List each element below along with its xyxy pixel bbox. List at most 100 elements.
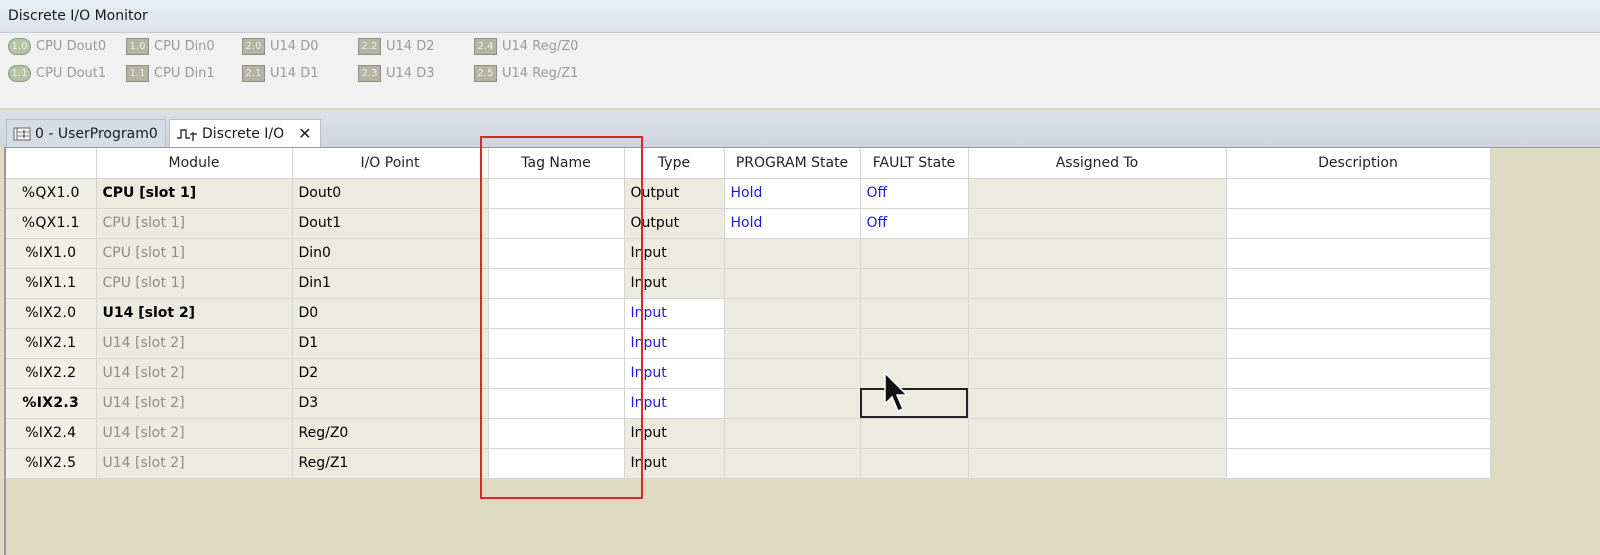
type-cell: Input [624, 238, 725, 269]
description-cell[interactable] [1226, 418, 1491, 449]
table-header-row: Module I/O Point Tag Name Type PROGRAM S… [6, 148, 1491, 179]
description-cell[interactable] [1226, 268, 1491, 299]
close-icon[interactable]: ✕ [298, 124, 311, 143]
table-row: %IX2.5 U14 [slot 2] Reg/Z1 Input [6, 448, 1491, 479]
type-cell: Input [624, 268, 725, 299]
module-cell: CPU [slot 1] [96, 238, 293, 269]
io-point-cell: Reg/Z1 [292, 448, 489, 479]
io-point-cell: D2 [292, 358, 489, 389]
table-row: %IX1.1 CPU [slot 1] Din1 Input [6, 268, 1491, 299]
assigned-to-cell [968, 328, 1227, 359]
header-module[interactable]: Module [96, 148, 293, 179]
module-cell: CPU [slot 1] [96, 268, 293, 299]
header-program-state[interactable]: PROGRAM State [724, 148, 861, 179]
type-cell[interactable]: Input [624, 388, 725, 419]
description-cell[interactable] [1226, 388, 1491, 419]
led-u14-d3: 2.3 U14 D3 [358, 65, 434, 82]
tag-name-cell[interactable] [488, 178, 625, 209]
tag-name-cell[interactable] [488, 358, 625, 389]
tab-userprogram0[interactable]: 0 - UserProgram0 [6, 119, 166, 147]
fault-state-cell [860, 328, 969, 359]
led-indicator: 1.1 [126, 65, 149, 82]
table-row: %IX2.2 U14 [slot 2] D2 Input [6, 358, 1491, 389]
fault-state-cell [860, 268, 969, 299]
row-address[interactable]: %QX1.0 [6, 178, 97, 209]
description-cell[interactable] [1226, 298, 1491, 329]
led-indicator: 1.1 [8, 65, 31, 82]
fault-state-cell [860, 298, 969, 329]
tab-discrete-io[interactable]: Discrete I/O ✕ [169, 119, 321, 147]
led-indicator: 2.3 [358, 65, 381, 82]
fault-state-cell [860, 448, 969, 479]
tag-name-cell[interactable] [488, 448, 625, 479]
tag-name-cell[interactable] [488, 328, 625, 359]
row-address[interactable]: %IX2.5 [6, 448, 97, 479]
header-fault-state[interactable]: FAULT State [860, 148, 969, 179]
fault-state-cell[interactable]: Off [860, 178, 969, 209]
program-state-cell [724, 448, 861, 479]
led-indicator: 1.0 [126, 38, 149, 55]
tag-name-cell[interactable] [488, 418, 625, 449]
type-cell[interactable]: Input [624, 358, 725, 389]
led-cpu-dout1: 1.1 CPU Dout1 [8, 65, 106, 82]
io-point-cell: D1 [292, 328, 489, 359]
table-row: %IX1.0 CPU [slot 1] Din0 Input [6, 238, 1491, 269]
module-cell: CPU [slot 1] [96, 208, 293, 239]
program-state-cell [724, 328, 861, 359]
type-cell: Input [624, 418, 725, 449]
monitor-title-bar: Discrete I/O Monitor [0, 0, 1600, 33]
header-assigned-to[interactable]: Assigned To [968, 148, 1227, 179]
description-cell[interactable] [1226, 178, 1491, 209]
tag-name-cell[interactable] [488, 268, 625, 299]
fault-state-cell-focused[interactable] [860, 388, 969, 419]
assigned-to-cell [968, 358, 1227, 389]
row-address[interactable]: %IX2.0 [6, 298, 97, 329]
module-cell: CPU [slot 1] [96, 178, 293, 209]
header-tag-name[interactable]: Tag Name [488, 148, 625, 179]
led-u14-regz1: 2.5 U14 Reg/Z1 [474, 65, 578, 82]
header-io-point[interactable]: I/O Point [292, 148, 489, 179]
monitor-title: Discrete I/O Monitor [8, 8, 148, 24]
io-point-cell: D3 [292, 388, 489, 419]
led-u14-d1: 2.1 U14 D1 [242, 65, 318, 82]
description-cell[interactable] [1226, 238, 1491, 269]
program-state-cell [724, 298, 861, 329]
row-address[interactable]: %IX2.2 [6, 358, 97, 389]
io-point-cell: Din1 [292, 268, 489, 299]
led-label: U14 D1 [270, 66, 319, 81]
assigned-to-cell [968, 418, 1227, 449]
module-cell: U14 [slot 2] [96, 388, 293, 419]
fault-state-cell[interactable]: Off [860, 208, 969, 239]
header-type[interactable]: Type [624, 148, 725, 179]
tag-name-cell[interactable] [488, 298, 625, 329]
program-state-cell[interactable]: Hold [724, 178, 861, 209]
io-point-cell: Din0 [292, 238, 489, 269]
led-label: U14 D3 [386, 66, 435, 81]
description-cell[interactable] [1226, 328, 1491, 359]
tab-label: Discrete I/O [202, 125, 285, 142]
io-point-cell: D0 [292, 298, 489, 329]
module-cell: U14 [slot 2] [96, 298, 293, 329]
description-cell[interactable] [1226, 208, 1491, 239]
tag-name-cell[interactable] [488, 238, 625, 269]
led-label: U14 Reg/Z1 [502, 66, 579, 81]
tag-name-cell[interactable] [488, 388, 625, 419]
program-state-cell[interactable]: Hold [724, 208, 861, 239]
row-address[interactable]: %IX1.1 [6, 268, 97, 299]
row-address[interactable]: %IX2.4 [6, 418, 97, 449]
tab-label: 0 - UserProgram0 [35, 125, 158, 142]
description-cell[interactable] [1226, 358, 1491, 389]
header-address [6, 148, 97, 179]
module-cell: U14 [slot 2] [96, 418, 293, 449]
row-address[interactable]: %IX1.0 [6, 238, 97, 269]
type-cell[interactable]: Input [624, 328, 725, 359]
assigned-to-cell [968, 388, 1227, 419]
led-label: U14 Reg/Z0 [502, 39, 579, 54]
description-cell[interactable] [1226, 448, 1491, 479]
tag-name-cell[interactable] [488, 208, 625, 239]
header-description[interactable]: Description [1226, 148, 1491, 179]
row-address[interactable]: %IX2.3 [6, 388, 97, 419]
type-cell[interactable]: Input [624, 298, 725, 329]
row-address[interactable]: %QX1.1 [6, 208, 97, 239]
row-address[interactable]: %IX2.1 [6, 328, 97, 359]
